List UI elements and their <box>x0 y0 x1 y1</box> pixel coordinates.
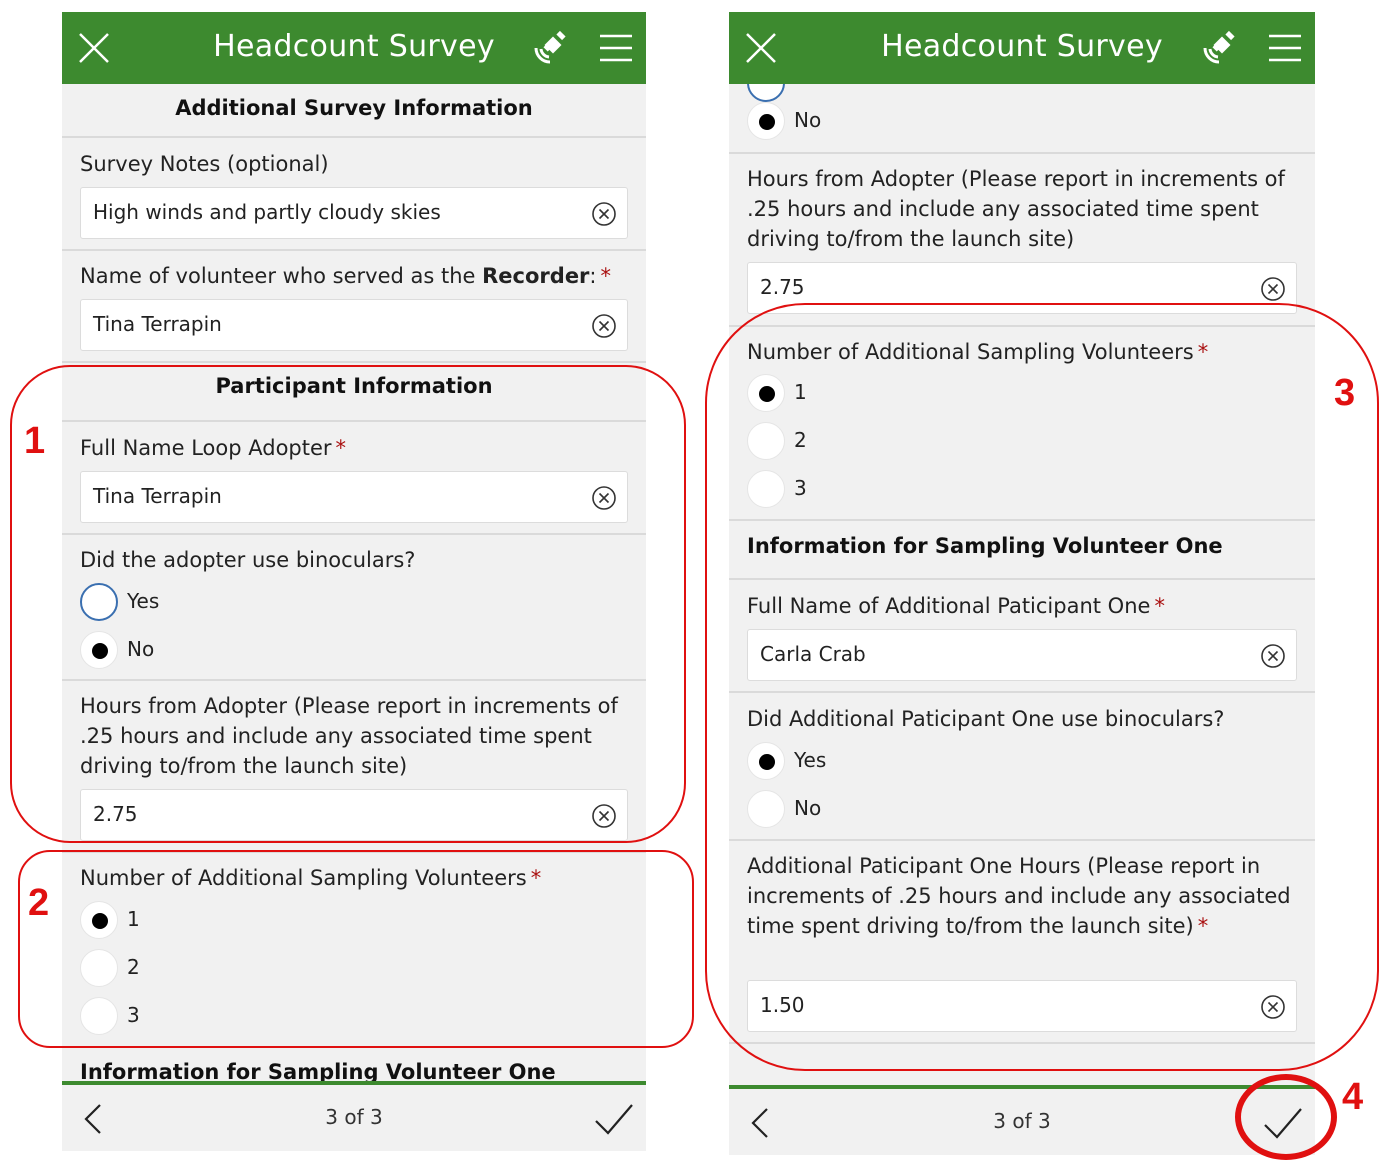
hamburger-menu-icon[interactable] <box>600 34 632 62</box>
section-title-additional-survey: Additional Survey Information <box>175 96 533 120</box>
adopter-hours-label: Hours from Adopter (Please report in inc… <box>747 167 1285 251</box>
annotation-box-1 <box>10 365 686 843</box>
annotation-number-2: 2 <box>28 882 50 924</box>
required-marker: * <box>600 264 612 288</box>
radio-circle[interactable] <box>747 84 785 102</box>
survey-notes-field[interactable]: High winds and partly cloudy skies <box>80 187 628 239</box>
survey-notes-value: High winds and partly cloudy skies <box>93 200 441 224</box>
annotation-number-3: 3 <box>1334 372 1356 414</box>
divider <box>62 249 646 251</box>
clear-circle-icon[interactable] <box>591 201 617 227</box>
divider <box>729 152 1315 154</box>
app-header: Headcount Survey <box>62 12 646 84</box>
annotation-box-3 <box>705 303 1379 1071</box>
recorder-label: Name of volunteer who served as the Reco… <box>80 261 628 291</box>
recorder-label-text: Name of volunteer who served as the <box>80 264 483 288</box>
survey-notes-label: Survey Notes (optional) <box>80 152 329 176</box>
section-title-volunteer-one-partial: Information for Sampling Volunteer One <box>80 1060 556 1081</box>
annotation-circle-4 <box>1235 1074 1337 1160</box>
divider <box>62 361 646 363</box>
footer-nav: 3 of 3 <box>729 1085 1315 1155</box>
checkmark-icon[interactable] <box>594 1101 634 1137</box>
divider <box>62 136 646 138</box>
recorder-label-bold: Recorder <box>482 264 590 288</box>
footer-nav: 3 of 3 <box>62 1081 646 1151</box>
page-indicator: 3 of 3 <box>993 1109 1051 1133</box>
clear-circle-icon[interactable] <box>1260 276 1286 302</box>
radio-label: No <box>794 108 822 132</box>
gps-satellite-icon[interactable] <box>1199 30 1241 68</box>
clear-circle-icon[interactable] <box>591 313 617 339</box>
annotation-number-1: 1 <box>24 420 46 462</box>
app-header: Headcount Survey <box>729 12 1315 84</box>
adopter-hours-value: 2.75 <box>760 275 805 299</box>
gps-satellite-icon[interactable] <box>530 30 572 68</box>
annotation-box-2 <box>18 850 694 1048</box>
hamburger-menu-icon[interactable] <box>1269 34 1301 62</box>
annotation-number-4: 4 <box>1342 1076 1364 1118</box>
recorder-field[interactable]: Tina Terrapin <box>80 299 628 351</box>
radio-circle-selected[interactable] <box>747 102 785 140</box>
recorder-label-colon: : <box>589 264 597 288</box>
page-indicator: 3 of 3 <box>325 1105 383 1129</box>
recorder-value: Tina Terrapin <box>93 312 222 336</box>
